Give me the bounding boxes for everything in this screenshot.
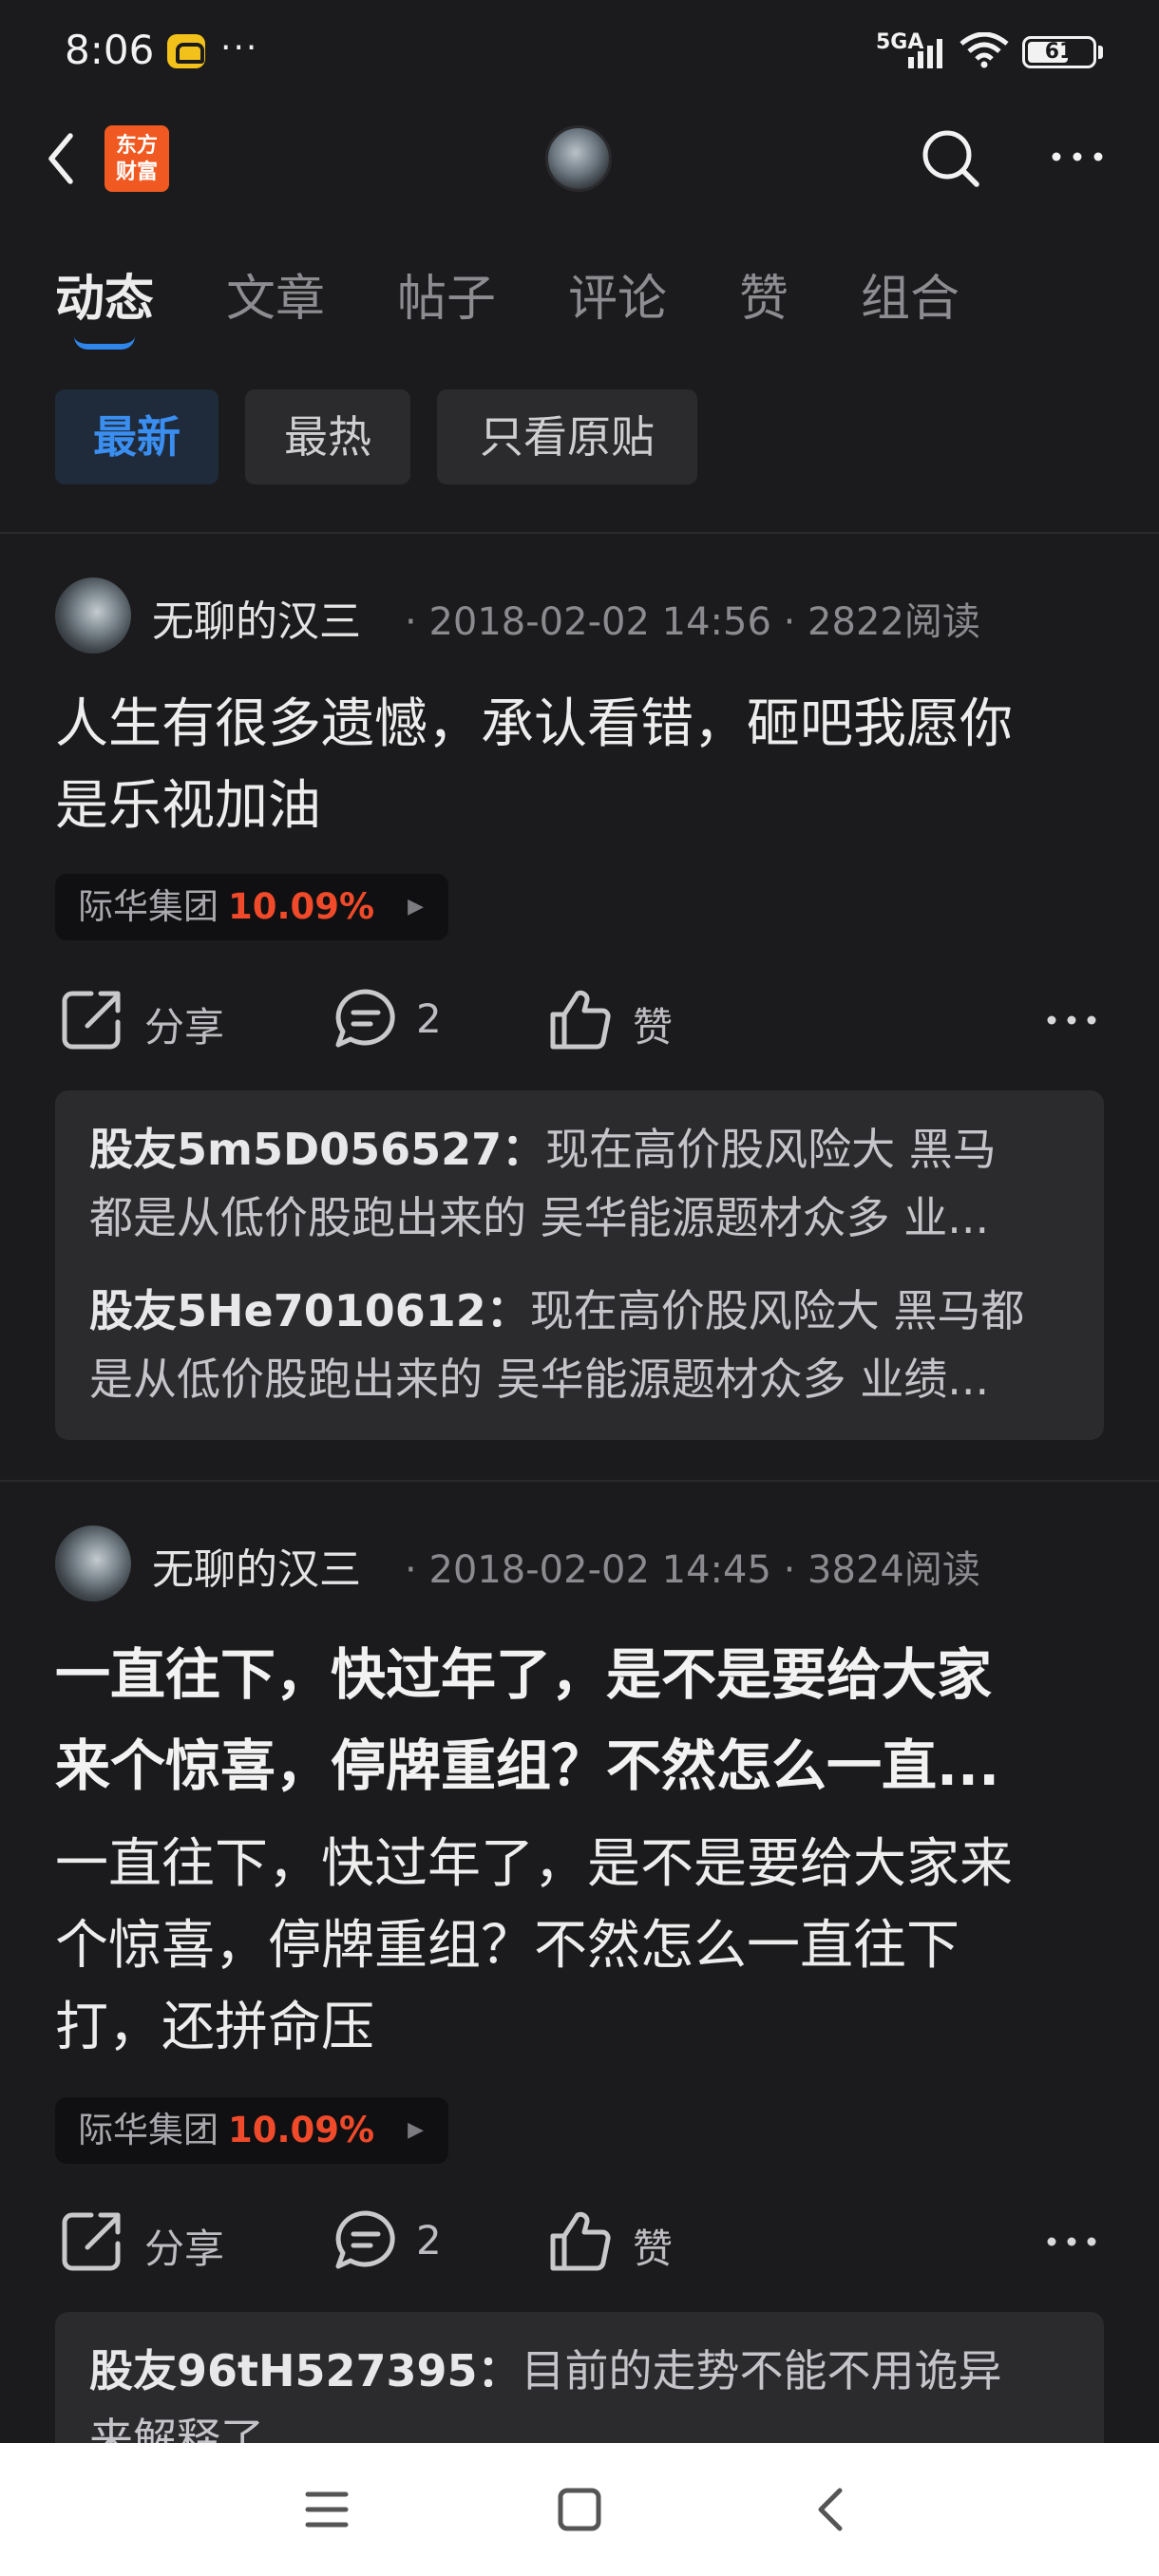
post-date: 2018-02-02 14:56 <box>428 600 771 644</box>
battery-icon: 61 <box>1022 36 1096 68</box>
author-name[interactable]: 无聊的汉三 <box>152 587 361 648</box>
post-more-icon[interactable] <box>1045 2232 1098 2251</box>
back-nav-icon[interactable] <box>804 2481 861 2538</box>
post-body[interactable]: 人生有很多遗憾，承认看错，砸吧我愿你 是乐视加油 <box>55 684 1110 847</box>
stock-tag[interactable]: 际华集团 10.09% ▶ <box>55 2097 448 2164</box>
stock-name: 际华集团 <box>78 2110 218 2150</box>
share-icon[interactable] <box>59 986 125 1052</box>
comment-text: 目前的走势不能不用诡异 <box>521 2345 1002 2396</box>
tab-portfolio[interactable]: 组合 <box>861 258 960 330</box>
comment-user[interactable]: 股友96tH527395： <box>89 2345 522 2396</box>
comment-item[interactable]: 股友5m5D056527：现在高价股风险大 黑马 都是从低价股跑出来的 吴华能源… <box>89 1115 1077 1252</box>
notification-app-icon <box>167 34 205 68</box>
divider <box>0 532 1159 534</box>
stock-change: 10.09% <box>228 886 375 927</box>
home-icon[interactable] <box>551 2481 608 2538</box>
play-arrow-icon: ▶ <box>408 895 424 919</box>
comment-icon[interactable] <box>332 986 399 1052</box>
tab-likes[interactable]: 赞 <box>739 258 788 330</box>
like-label[interactable]: 赞 <box>633 995 673 1053</box>
tab-dynamics[interactable]: 动态 <box>55 258 154 330</box>
post-body-line: 打，还拼命压 <box>55 1997 374 2058</box>
stock-tag[interactable]: 际华集团 10.09% ▶ <box>55 874 448 940</box>
comment-text-line2: 是从低价股跑出来的 吴华能源题材众多 业绩... <box>89 1354 990 1405</box>
like-icon[interactable] <box>547 986 614 1052</box>
comment-count[interactable]: 2 <box>416 2217 442 2263</box>
more-notifications-icon: ··· <box>220 28 259 67</box>
comment-user[interactable]: 股友5m5D056527： <box>89 1124 545 1175</box>
post-reads: 2822阅读 <box>808 600 980 644</box>
filter-latest[interactable]: 最新 <box>55 389 218 484</box>
author-name[interactable]: 无聊的汉三 <box>152 1535 361 1596</box>
comment-item[interactable]: 股友5He7010612：现在高价股风险大 黑马都 是从低价股跑出来的 吴华能源… <box>89 1277 1077 1413</box>
post-meta: · 2018-02-02 14:56 · 2822阅读 <box>405 600 980 644</box>
tab-articles[interactable]: 文章 <box>226 258 325 330</box>
play-arrow-icon: ▶ <box>408 2118 424 2142</box>
stock-name: 际华集团 <box>78 886 218 927</box>
battery-level: 61 <box>1044 40 1074 64</box>
post-body-line: 人生有很多遗憾，承认看错，砸吧我愿你 <box>55 693 1013 755</box>
system-navigation-bar <box>0 2443 1159 2576</box>
search-icon[interactable] <box>918 125 984 192</box>
brand-logo-line1: 东方 <box>115 134 158 158</box>
post-body-line: 个惊喜，停牌重组？不然怎么一直往下 <box>55 1915 960 1977</box>
tab-posts[interactable]: 帖子 <box>397 258 496 330</box>
more-options-icon[interactable] <box>1049 142 1106 171</box>
post-body[interactable]: 一直往下，快过年了，是不是要给大家来 个惊喜，停牌重组？不然怎么一直往下 打，还… <box>55 1824 1110 2069</box>
post-title-line2[interactable]: 来个惊喜，停牌重组？不然怎么一直... <box>55 1723 1110 1809</box>
status-time: 8:06 <box>65 27 155 73</box>
tab-comments[interactable]: 评论 <box>568 258 667 330</box>
app-screen: 8:06 ··· 5GA 61 东方 财富 动态 文章 帖子 评论 赞 组合 最… <box>0 0 1159 2576</box>
comment-text: 现在高价股风险大 黑马都 <box>529 1285 1025 1336</box>
author-avatar[interactable] <box>55 1525 131 1601</box>
recent-apps-icon[interactable] <box>298 2481 355 2538</box>
post-meta: · 2018-02-02 14:45 · 3824阅读 <box>405 1548 980 1592</box>
comment-preview-box[interactable]: 股友5m5D056527：现在高价股风险大 黑马 都是从低价股跑出来的 吴华能源… <box>55 1090 1104 1440</box>
comment-icon[interactable] <box>332 2207 399 2274</box>
share-label[interactable]: 分享 <box>144 2217 224 2275</box>
share-icon[interactable] <box>59 2207 125 2274</box>
post-body-line: 是乐视加油 <box>55 775 321 837</box>
comment-text: 现在高价股风险大 黑马 <box>545 1124 997 1175</box>
divider <box>0 1480 1159 1482</box>
wifi-icon <box>960 32 1009 68</box>
like-icon[interactable] <box>547 2207 614 2274</box>
author-avatar[interactable] <box>55 578 131 653</box>
brand-logo[interactable]: 东方 财富 <box>104 125 169 192</box>
post-body-line: 一直往下，快过年了，是不是要给大家来 <box>55 1833 1013 1895</box>
filter-original-only[interactable]: 只看原贴 <box>437 389 697 484</box>
signal-icon <box>908 39 942 68</box>
active-tab-indicator <box>74 336 135 350</box>
comment-count[interactable]: 2 <box>416 995 442 1042</box>
like-label[interactable]: 赞 <box>633 2217 673 2275</box>
profile-avatar[interactable] <box>545 125 612 192</box>
post-date: 2018-02-02 14:45 <box>428 1548 771 1592</box>
stock-change: 10.09% <box>228 2110 375 2150</box>
back-icon[interactable] <box>38 121 87 197</box>
battery-tip <box>1098 46 1103 59</box>
comment-text-line2: 都是从低价股跑出来的 吴华能源题材众多 业... <box>89 1192 990 1243</box>
share-label[interactable]: 分享 <box>144 995 224 1053</box>
comment-user[interactable]: 股友5He7010612： <box>89 1285 530 1336</box>
post-more-icon[interactable] <box>1045 1011 1098 1030</box>
brand-logo-line2: 财富 <box>115 161 158 184</box>
filter-hottest[interactable]: 最热 <box>245 389 410 484</box>
post-reads: 3824阅读 <box>808 1548 980 1592</box>
post-title[interactable]: 一直往下，快过年了，是不是要给大家 <box>55 1632 1110 1717</box>
